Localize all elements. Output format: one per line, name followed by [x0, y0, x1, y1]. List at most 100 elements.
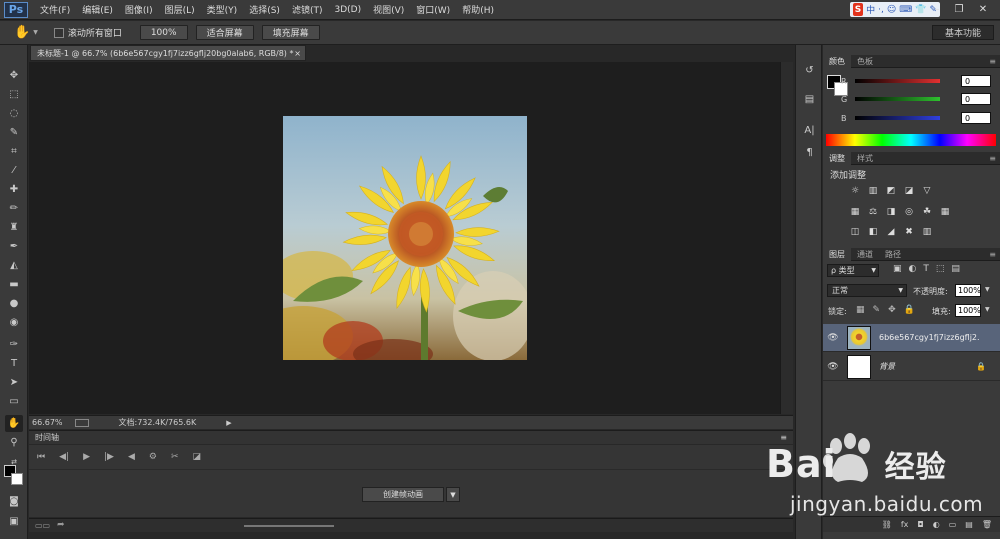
previous-frame-icon[interactable]: ◀|	[59, 452, 69, 462]
minimize-icon[interactable]: –	[928, 2, 946, 17]
tab-adjustments[interactable]: 调整	[823, 151, 851, 165]
green-value-input[interactable]: 0	[961, 93, 991, 105]
doc-info-icon[interactable]	[74, 418, 89, 427]
tab-layers[interactable]: 图层	[823, 247, 851, 261]
opacity-dropdown-icon[interactable]: ▼	[985, 286, 990, 293]
menu-edit[interactable]: 编辑(E)	[76, 3, 119, 16]
marquee-tool-icon[interactable]: ⬚	[5, 86, 23, 103]
channel-mixer-icon[interactable]: ☘	[921, 206, 933, 217]
color-lookup-icon[interactable]: ▦	[939, 206, 951, 217]
ime-emoji-icon[interactable]: ☺	[887, 5, 896, 15]
menu-view[interactable]: 视图(V)	[367, 3, 410, 16]
adjustments-menu-icon[interactable]: ≡	[989, 154, 996, 163]
link-layers-icon[interactable]: ⛓	[882, 520, 892, 529]
vibrance-icon[interactable]: ▽	[921, 185, 933, 196]
green-slider[interactable]: G 0	[841, 92, 991, 106]
history-icon[interactable]: ↺	[802, 63, 817, 78]
quick-select-tool-icon[interactable]: ✎	[5, 124, 23, 141]
red-value-input[interactable]: 0	[961, 75, 991, 87]
menu-type[interactable]: 类型(Y)	[201, 3, 244, 16]
ime-toolbar[interactable]: S 中 ·, ☺ ⌨ 👕 ✎	[850, 2, 940, 17]
clone-stamp-tool-icon[interactable]: ♜	[5, 219, 23, 236]
create-frame-animation-button[interactable]: 创建帧动画	[362, 487, 444, 502]
tab-styles[interactable]: 样式	[851, 152, 879, 165]
restore-icon[interactable]: ❐	[950, 2, 968, 17]
pen-tool-icon[interactable]: ✑	[5, 336, 23, 353]
menu-layer[interactable]: 图层(L)	[159, 3, 201, 16]
tab-color[interactable]: 颜色	[823, 54, 851, 68]
ime-keyboard-icon[interactable]: ⌨	[899, 5, 912, 15]
character-icon[interactable]: A|	[802, 123, 817, 138]
fit-screen-button[interactable]: 适合屏幕	[195, 25, 254, 40]
curves-icon[interactable]: ◩	[885, 185, 897, 196]
menu-image[interactable]: 图像(I)	[119, 3, 159, 16]
timeline-tab[interactable]: 时间轴	[35, 432, 59, 443]
close-document-icon[interactable]: ×	[294, 49, 301, 58]
history-brush-tool-icon[interactable]: ✒	[5, 238, 23, 255]
lock-transparent-icon[interactable]: ▦	[856, 305, 865, 315]
filter-type-icon[interactable]: T	[923, 264, 929, 274]
play-icon[interactable]: ▶	[83, 452, 90, 462]
zoom-100-button[interactable]: 100%	[139, 25, 188, 40]
screen-mode-icon[interactable]: ▣	[5, 513, 23, 530]
healing-brush-tool-icon[interactable]: ✚	[5, 181, 23, 198]
blend-mode-select[interactable]: 正常 ▼	[827, 284, 907, 297]
lock-all-icon[interactable]: 🔒	[904, 305, 915, 315]
blue-value-input[interactable]: 0	[961, 112, 991, 124]
split-icon[interactable]: ✂	[171, 452, 179, 462]
eyedropper-tool-icon[interactable]: ⁄	[5, 162, 23, 179]
brush-tool-icon[interactable]: ✏	[5, 200, 23, 217]
menu-help[interactable]: 帮助(H)	[456, 3, 500, 16]
tab-paths[interactable]: 路径	[879, 248, 907, 261]
paragraph-icon[interactable]: ¶	[802, 145, 817, 160]
gradient-map-icon[interactable]: ▥	[921, 226, 933, 237]
filter-pixel-icon[interactable]: ▣	[893, 264, 902, 274]
move-tool-icon[interactable]: ✥	[5, 67, 23, 84]
red-slider[interactable]: R 0	[841, 74, 991, 88]
shape-tool-icon[interactable]: ▭	[5, 393, 23, 410]
menu-filter[interactable]: 滤镜(T)	[286, 3, 329, 16]
next-frame-icon[interactable]: |▶	[104, 452, 114, 462]
layer-filter-select[interactable]: ρ 类型 ▼	[827, 264, 879, 277]
exposure-icon[interactable]: ◪	[903, 185, 915, 196]
transition-icon[interactable]: ◪	[193, 452, 202, 462]
layer-name[interactable]: 背景	[879, 361, 979, 372]
new-adjustment-layer-icon[interactable]: ◐	[933, 520, 940, 529]
levels-icon[interactable]: ▥	[867, 185, 879, 196]
convert-icon[interactable]: ➦	[57, 520, 65, 530]
color-panel-menu-icon[interactable]: ≡	[989, 57, 996, 66]
tab-swatches[interactable]: 色板	[851, 55, 879, 68]
menu-3d[interactable]: 3D(D)	[328, 5, 367, 15]
invert-icon[interactable]: ◫	[849, 226, 861, 237]
type-tool-icon[interactable]: T	[5, 355, 23, 372]
background-color-swatch[interactable]	[11, 473, 23, 485]
ime-skin-icon[interactable]: 👕	[915, 5, 926, 15]
quick-mask-icon[interactable]: ◙	[5, 493, 23, 510]
black-white-icon[interactable]: ◨	[885, 206, 897, 217]
vertical-scrollbar[interactable]	[780, 62, 793, 414]
new-group-icon[interactable]: ▭	[949, 520, 957, 529]
crop-tool-icon[interactable]: ⌗	[5, 143, 23, 160]
blue-track[interactable]	[855, 116, 940, 120]
green-track[interactable]	[855, 97, 940, 101]
add-mask-icon[interactable]: ◘	[917, 520, 923, 529]
color-spectrum-bar[interactable]	[826, 134, 996, 146]
tab-channels[interactable]: 通道	[851, 248, 879, 261]
hand-tool-preset-icon[interactable]: ✋	[14, 25, 30, 40]
new-layer-icon[interactable]: ▤	[965, 520, 973, 529]
filter-smart-icon[interactable]: ▤	[951, 264, 960, 274]
delete-layer-icon[interactable]: 🗑	[982, 520, 992, 529]
threshold-icon[interactable]: ◢	[885, 226, 897, 237]
layers-menu-icon[interactable]: ≡	[989, 250, 996, 259]
photo-filter-icon[interactable]: ◎	[903, 206, 915, 217]
eraser-tool-icon[interactable]: ◭	[5, 257, 23, 274]
audio-icon[interactable]: ◀	[128, 452, 135, 462]
sunflower-image[interactable]	[283, 116, 527, 360]
fill-dropdown-icon[interactable]: ▼	[985, 306, 990, 313]
red-track[interactable]	[855, 79, 940, 83]
menu-select[interactable]: 选择(S)	[243, 3, 286, 16]
lock-pixels-icon[interactable]: ✎	[873, 305, 881, 315]
document-tab[interactable]: 未标题-1 @ 66.7% (6b6e567cgy1fj7izz6gflj20b…	[30, 45, 306, 61]
first-frame-icon[interactable]: ⏮	[37, 452, 45, 462]
close-icon[interactable]: ✕	[974, 2, 992, 17]
